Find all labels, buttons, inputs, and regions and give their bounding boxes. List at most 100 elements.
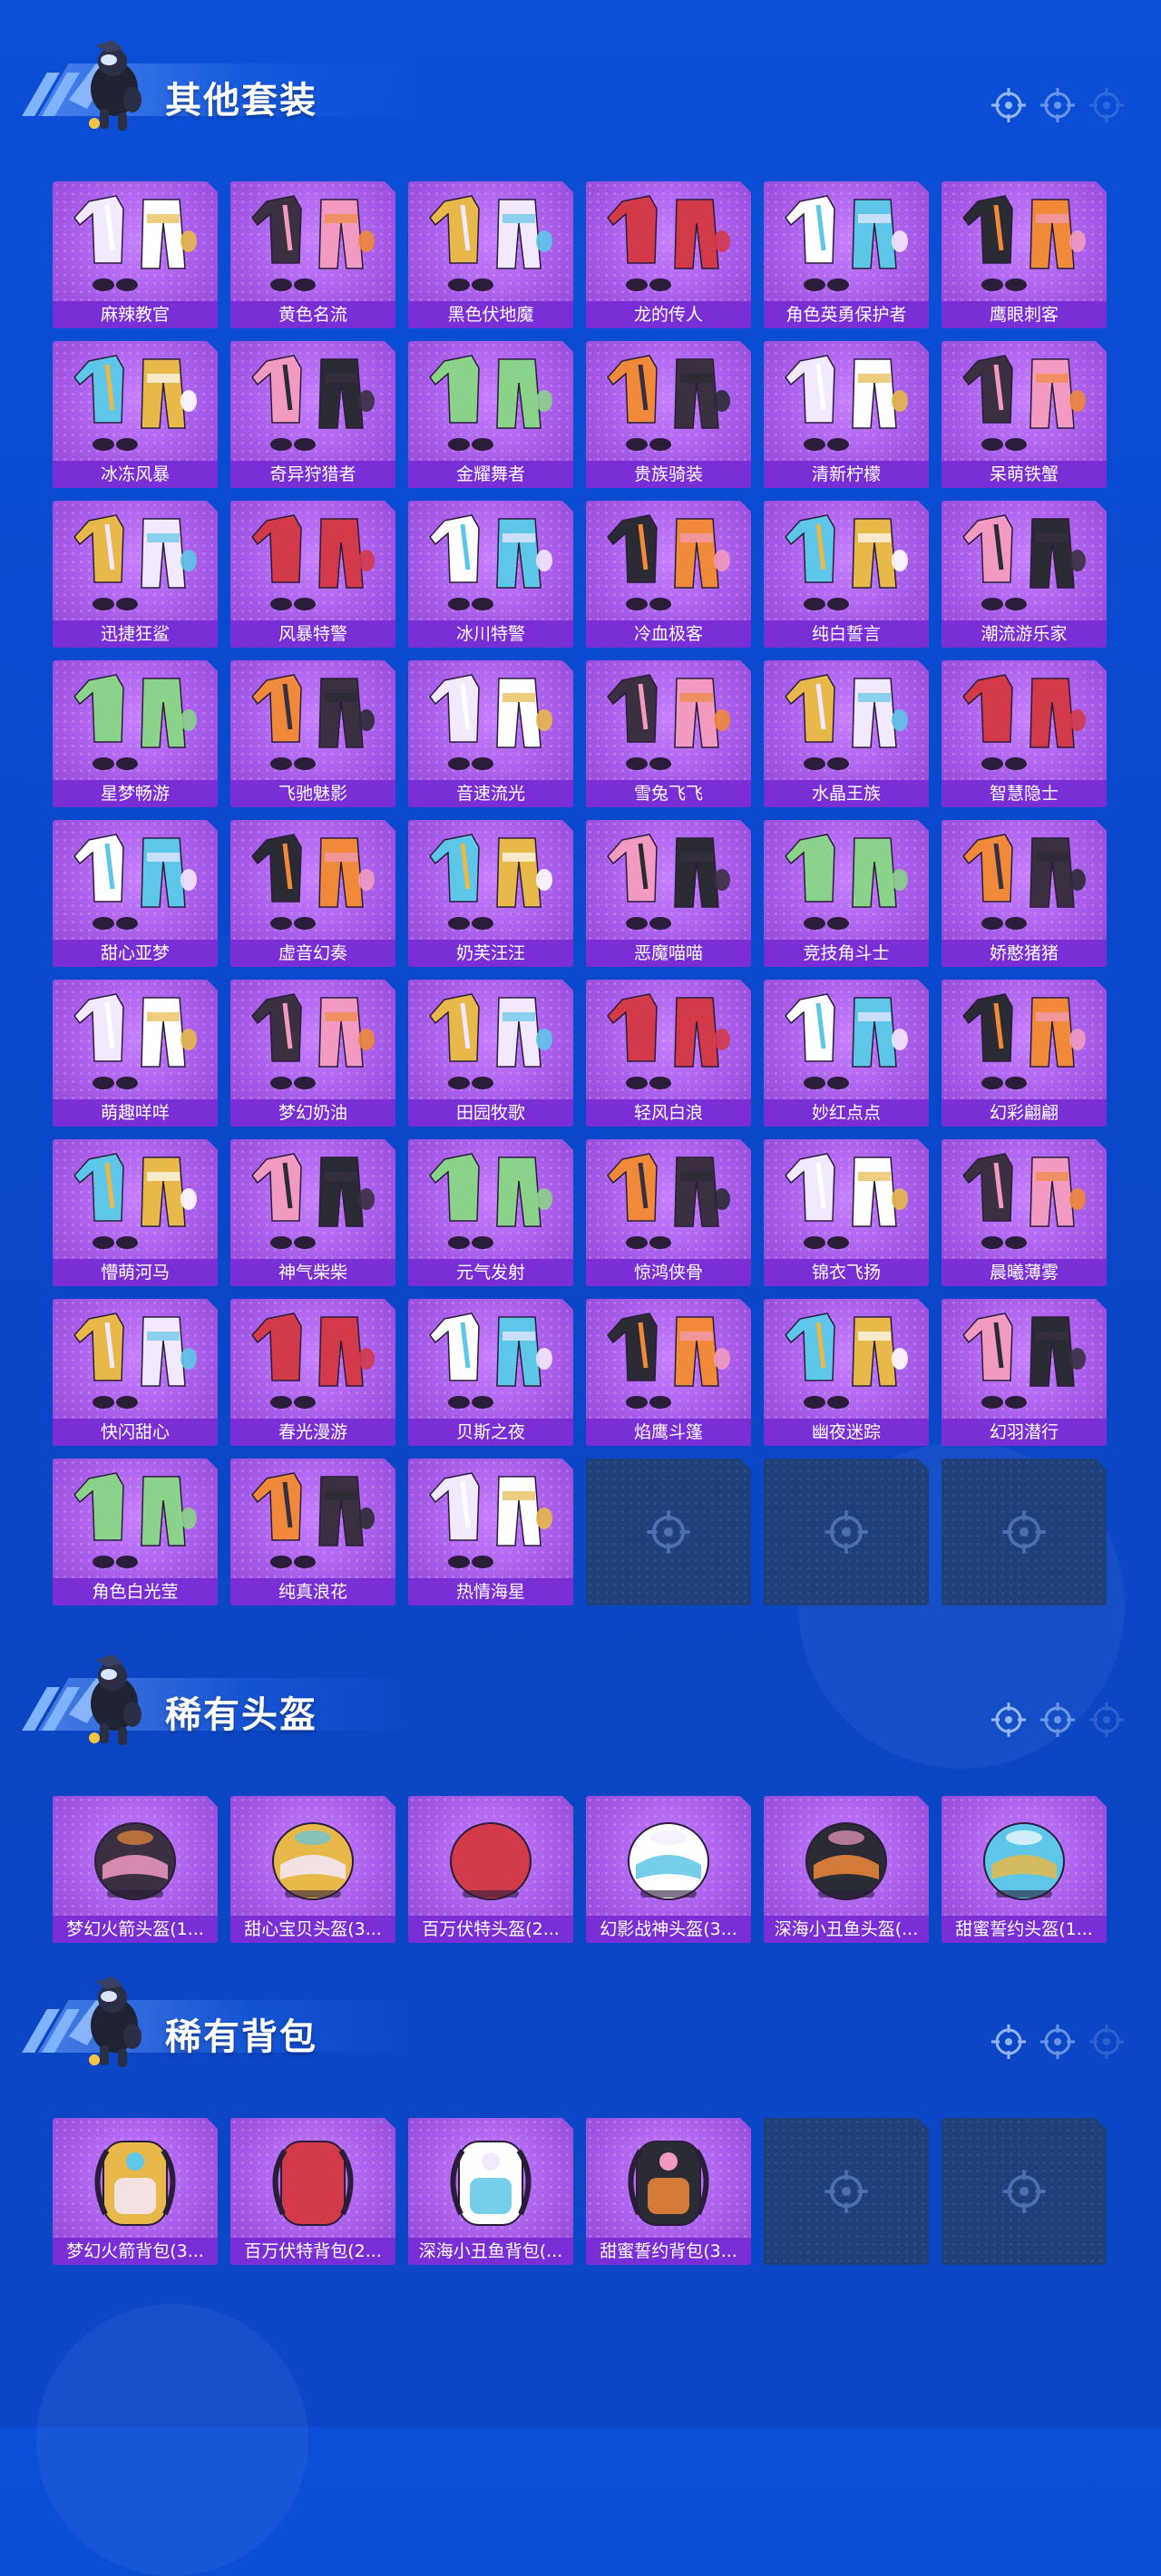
outfit-card[interactable]: 冷血极客: [586, 501, 751, 648]
outfit-card[interactable]: 麻辣教官: [53, 181, 218, 328]
item-name-label: 甜蜜誓约头盔(1...: [941, 1916, 1107, 1943]
item-name-label: 龙的传人: [586, 301, 751, 328]
item-name-label: 智慧隐士: [941, 780, 1107, 807]
outfit-card[interactable]: 焰鹰斗篷: [586, 1299, 751, 1446]
item-name-label: 焰鹰斗篷: [586, 1419, 751, 1446]
outfit-card[interactable]: 鹰眼刺客: [941, 181, 1107, 328]
outfit-card[interactable]: 角色英勇保护者: [764, 181, 929, 328]
outfit-card[interactable]: 黑色伏地魔: [408, 181, 573, 328]
backpack-card[interactable]: 甜蜜誓约背包(3...: [586, 2118, 751, 2265]
outfit-card[interactable]: 贝斯之夜: [408, 1299, 573, 1446]
crosshair-icon: [990, 87, 1027, 127]
crosshair-icon: [1039, 1702, 1076, 1742]
outfit-card[interactable]: 妙红点点: [764, 980, 929, 1127]
outfit-card[interactable]: 梦幻奶油: [230, 980, 395, 1127]
item-name-label: 快闪甜心: [53, 1419, 218, 1446]
outfit-card[interactable]: 虚音幻奏: [230, 820, 395, 967]
outfit-card[interactable]: 恶魔喵喵: [586, 820, 751, 967]
outfit-card[interactable]: 音速流光: [408, 660, 573, 807]
outfit-card[interactable]: 奶芙汪汪: [408, 820, 573, 967]
section-title: 其他套装: [165, 80, 317, 122]
item-name-label: 深海小丑鱼头盔(...: [764, 1916, 929, 1943]
outfit-card[interactable]: 神气柴柴: [230, 1139, 395, 1286]
item-name-label: 角色英勇保护者: [764, 301, 929, 328]
item-name-label: 角色白光莹: [53, 1578, 218, 1605]
item-name-label: 风暴特警: [230, 620, 395, 648]
item-name-label: 恶魔喵喵: [586, 940, 751, 967]
empty-slot: [941, 2118, 1107, 2265]
outfit-card[interactable]: 潮流游乐家: [941, 501, 1107, 648]
outfit-card[interactable]: 纯真浪花: [230, 1459, 395, 1605]
item-name-label: 贵族骑装: [586, 461, 751, 488]
outfit-card[interactable]: 春光漫游: [230, 1299, 395, 1446]
item-grid: 梦幻火箭头盔(1... 甜心宝贝头盔(3... 百万伏特头盔(2... 幻影战神…: [53, 1796, 1107, 1943]
outfit-card[interactable]: 水晶王族: [764, 660, 929, 807]
outfit-card[interactable]: 贵族骑装: [586, 341, 751, 488]
outfit-card[interactable]: 金耀舞者: [408, 341, 573, 488]
outfit-card[interactable]: 清新柠檬: [764, 341, 929, 488]
outfit-card[interactable]: 智慧隐士: [941, 660, 1107, 807]
backpack-card[interactable]: 深海小丑鱼背包(...: [408, 2118, 573, 2265]
item-name-label: 春光漫游: [230, 1419, 395, 1446]
helmet-card[interactable]: 甜蜜誓约头盔(1...: [941, 1796, 1107, 1943]
outfit-card[interactable]: 娇憨猪猪: [941, 820, 1107, 967]
item-name-label: 幻影战神头盔(3...: [586, 1916, 751, 1943]
item-name-label: 金耀舞者: [408, 461, 573, 488]
crosshair-icon: [990, 1702, 1027, 1742]
outfit-card[interactable]: 纯白誓言: [764, 501, 929, 648]
outfit-card[interactable]: 轻风白浪: [586, 980, 751, 1127]
outfit-card[interactable]: 风暴特警: [230, 501, 395, 648]
outfit-card[interactable]: 角色白光莹: [53, 1459, 218, 1605]
helmet-card[interactable]: 深海小丑鱼头盔(...: [764, 1796, 929, 1943]
outfit-card[interactable]: 冰冻风暴: [53, 341, 218, 488]
item-name-label: 田园牧歌: [408, 1099, 573, 1127]
outfit-card[interactable]: 幻羽潜行: [941, 1299, 1107, 1446]
item-name-label: 幻羽潜行: [941, 1419, 1107, 1446]
empty-slot: [941, 1459, 1107, 1605]
item-name-label: 萌趣咩咩: [53, 1099, 218, 1127]
item-name-label: 纯白誓言: [764, 620, 929, 648]
outfit-card[interactable]: 甜心亚梦: [53, 820, 218, 967]
helmet-card[interactable]: 甜心宝贝头盔(3...: [230, 1796, 395, 1943]
outfit-card[interactable]: 幽夜迷踪: [764, 1299, 929, 1446]
item-name-label: 奶芙汪汪: [408, 940, 573, 967]
section-title: 稀有背包: [165, 2016, 317, 2058]
outfit-card[interactable]: 懵萌河马: [53, 1139, 218, 1286]
section-header: 其他套装: [22, 36, 419, 136]
section-title: 稀有头盔: [165, 1694, 317, 1736]
outfit-card[interactable]: 奇异狩猎者: [230, 341, 395, 488]
item-name-label: 奇异狩猎者: [230, 461, 395, 488]
outfit-card[interactable]: 黄色名流: [230, 181, 395, 328]
outfit-card[interactable]: 呆萌铁蟹: [941, 341, 1107, 488]
outfit-card[interactable]: 晨曦薄雾: [941, 1139, 1107, 1286]
outfit-card[interactable]: 幻彩翩翩: [941, 980, 1107, 1127]
section-header: 稀有背包: [22, 1973, 419, 2073]
item-name-label: 黄色名流: [230, 301, 395, 328]
item-name-label: 麻辣教官: [53, 301, 218, 328]
outfit-card[interactable]: 龙的传人: [586, 181, 751, 328]
item-grid: 梦幻火箭背包(3... 百万伏特背包(2... 深海小丑鱼背包(... 甜蜜誓约…: [53, 2118, 1107, 2265]
outfit-card[interactable]: 雪兔飞飞: [586, 660, 751, 807]
outfit-card[interactable]: 星梦畅游: [53, 660, 218, 807]
outfit-card[interactable]: 惊鸿侠骨: [586, 1139, 751, 1286]
backpack-card[interactable]: 百万伏特背包(2...: [230, 2118, 395, 2265]
helmet-card[interactable]: 幻影战神头盔(3...: [586, 1796, 751, 1943]
outfit-card[interactable]: 元气发射: [408, 1139, 573, 1286]
outfit-card[interactable]: 飞驰魅影: [230, 660, 395, 807]
backpack-card[interactable]: 梦幻火箭背包(3...: [53, 2118, 218, 2265]
crosshair-icon: [1088, 2024, 1125, 2064]
outfit-card[interactable]: 冰川特警: [408, 501, 573, 648]
crosshair-icon: [990, 2024, 1027, 2064]
helmet-card[interactable]: 百万伏特头盔(2...: [408, 1796, 573, 1943]
outfit-card[interactable]: 竞技角斗士: [764, 820, 929, 967]
outfit-card[interactable]: 田园牧歌: [408, 980, 573, 1127]
item-name-label: 甜蜜誓约背包(3...: [586, 2238, 751, 2265]
outfit-card[interactable]: 热情海星: [408, 1459, 573, 1605]
helmet-card[interactable]: 梦幻火箭头盔(1...: [53, 1796, 218, 1943]
outfit-card[interactable]: 萌趣咩咩: [53, 980, 218, 1127]
outfit-card[interactable]: 快闪甜心: [53, 1299, 218, 1446]
outfit-card[interactable]: 锦衣飞扬: [764, 1139, 929, 1286]
item-name-label: 锦衣飞扬: [764, 1259, 929, 1286]
item-name-label: 虚音幻奏: [230, 940, 395, 967]
outfit-card[interactable]: 迅捷狂鲨: [53, 501, 218, 648]
